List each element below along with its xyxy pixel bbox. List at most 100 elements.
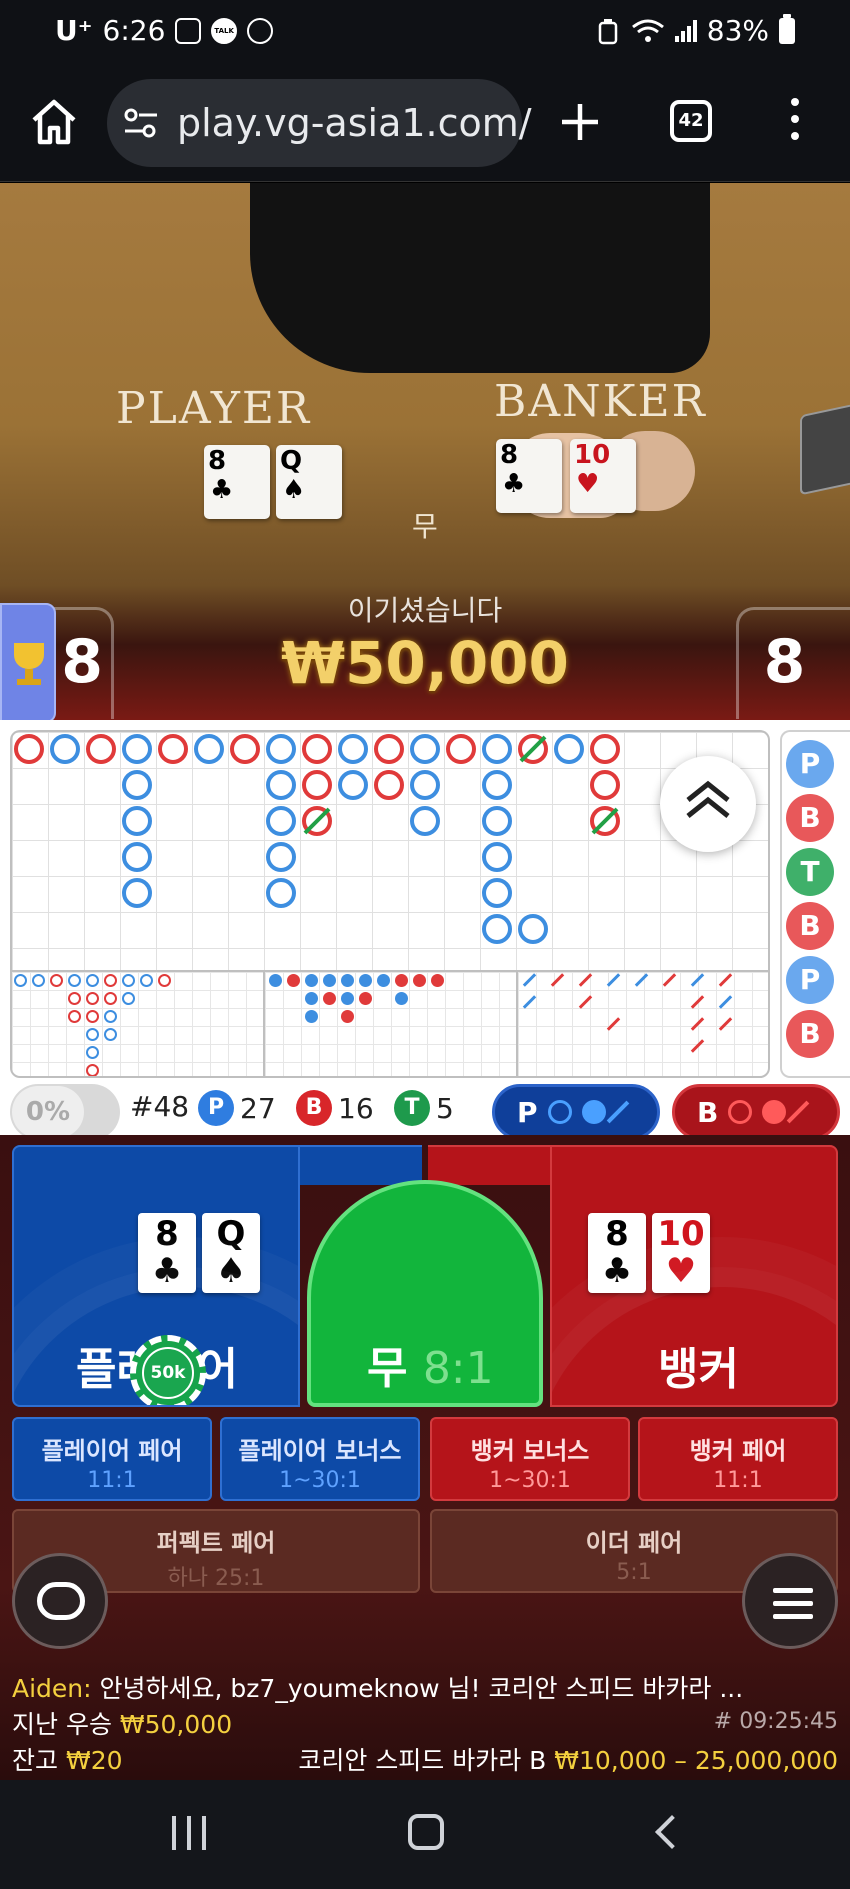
home-icon[interactable] (28, 96, 80, 148)
derived-roads (10, 970, 770, 1078)
derived-road-mark (122, 974, 135, 987)
chat-button[interactable] (12, 1553, 108, 1649)
url-text: play.vg-asia1.com/ (177, 101, 532, 145)
back-icon[interactable] (655, 1815, 689, 1849)
small-road (265, 972, 518, 1076)
bead-road-mark (482, 878, 512, 908)
bead-road-mark (482, 806, 512, 836)
carrier-label: U⁺ (55, 14, 93, 47)
derived-road-mark (305, 1010, 318, 1023)
bead-road-mark (14, 734, 44, 764)
recent-apps-icon[interactable] (172, 1816, 206, 1850)
bead-road-mark (338, 770, 368, 800)
derived-road-mark (68, 1010, 81, 1023)
banker-bonus-bet[interactable]: 뱅커 보너스 1~30:1 (430, 1417, 630, 1501)
banker-bet-card-2: 10 ♥ (652, 1213, 710, 1293)
player-badge: P (198, 1090, 234, 1126)
tie-bet-zone[interactable]: 무 8:1 (307, 1180, 543, 1407)
bead-road-mark (590, 806, 620, 836)
new-tab-icon[interactable] (556, 98, 604, 146)
balance-value: ₩20 (65, 1746, 123, 1775)
table-name: 코리안 스피드 바카라 B (298, 1746, 547, 1775)
banker-count: B 16 (296, 1090, 374, 1126)
bead-road-mark (446, 734, 476, 764)
bead-road-mark (302, 806, 332, 836)
player-pair-label: 플레이어 페어 (41, 1437, 183, 1465)
browser-toolbar: play.vg-asia1.com/ 42 (0, 70, 850, 182)
bead-road-mark (482, 842, 512, 872)
dealer (250, 183, 710, 373)
balance-label: 잔고 (12, 1746, 59, 1775)
slash-icon (787, 1100, 810, 1124)
derived-road-mark (14, 974, 27, 987)
expand-roadmap-button[interactable] (660, 756, 756, 852)
history-strip: PBTBPB (780, 730, 850, 1078)
player-bonus-bet[interactable]: 플레이어 보너스 1~30:1 (220, 1417, 420, 1501)
more-menu-icon[interactable] (785, 98, 805, 148)
alarm-icon (247, 17, 274, 44)
derived-road-mark (86, 1028, 99, 1041)
history-chip: T (786, 848, 834, 896)
last-win-value: ₩50,000 (119, 1710, 233, 1739)
derived-road-mark (522, 995, 537, 1009)
trophy-icon (14, 643, 44, 669)
bead-road-mark (482, 734, 512, 764)
derived-road-mark (305, 974, 318, 987)
banker-pair-bet[interactable]: 뱅커 페어 11:1 (638, 1417, 838, 1501)
percent-toggle[interactable]: 0% (10, 1084, 120, 1140)
derived-road-mark (662, 973, 677, 987)
dot-icon (581, 1100, 606, 1124)
derived-road-mark (341, 974, 354, 987)
bead-road-mark (410, 734, 440, 764)
player-bet-zone[interactable]: 8 ♣ Q ♠ 플레이어 50k (12, 1145, 300, 1407)
menu-button[interactable] (742, 1553, 838, 1649)
derived-road-mark (305, 992, 318, 1005)
player-count-value: 27 (240, 1091, 276, 1125)
chat-user: Aiden: (12, 1674, 92, 1703)
tab-switcher-button[interactable]: 42 (670, 100, 712, 142)
wifi-icon (631, 19, 664, 42)
banker-card-2: 10 ♥ (570, 439, 636, 513)
history-chip: P (786, 956, 834, 1004)
address-bar[interactable]: play.vg-asia1.com/ (107, 79, 532, 167)
bead-road-mark (410, 770, 440, 800)
chat-message: Aiden: 안녕하세요, bz7_youmeknow 님! 코리안 스피드 바… (12, 1669, 743, 1705)
player-card-1: 8 ♣ (204, 445, 270, 519)
recycle-icon (598, 18, 618, 44)
bead-road-mark (482, 914, 512, 944)
derived-road-mark (606, 1017, 621, 1031)
percent-value: 0% (12, 1086, 84, 1138)
predict-player-label: P (517, 1095, 538, 1129)
derived-road-mark (269, 974, 282, 987)
player-pair-bet[interactable]: 플레이어 페어 11:1 (12, 1417, 212, 1501)
banker-pair-label: 뱅커 페어 (689, 1437, 787, 1465)
menu-icon (773, 1588, 813, 1593)
trophy-button[interactable] (0, 603, 56, 720)
betting-area: 8 ♣ Q ♠ 플레이어 50k 무 8:1 8 ♣ 10 ♥ 뱅커 플레이어 페어 1… (0, 1135, 850, 1780)
bead-road-mark (590, 734, 620, 764)
predict-player-button[interactable]: P (492, 1084, 660, 1140)
bead-road-mark (482, 770, 512, 800)
derived-road-mark (341, 992, 354, 1005)
home-nav-icon[interactable] (408, 1814, 444, 1850)
derived-road-mark (634, 973, 649, 987)
derived-road-mark (86, 974, 99, 987)
ring-icon (547, 1100, 572, 1124)
bead-road-mark (266, 878, 296, 908)
kakaotalk-icon (211, 17, 238, 44)
derived-road-mark (522, 973, 537, 987)
bead-road-mark (122, 842, 152, 872)
derived-road-mark (50, 974, 63, 987)
tie-bet-label: 무 8:1 (367, 1332, 494, 1396)
derived-road-mark (395, 974, 408, 987)
derived-road-mark (395, 992, 408, 1005)
derived-road-mark (550, 973, 565, 987)
derived-road-mark (413, 974, 426, 987)
predict-banker-button[interactable]: B (672, 1084, 840, 1140)
roadmap-panel: PBTBPB 0% #48 P 27 B 16 T 5 P B (0, 720, 850, 1140)
derived-road-mark (718, 973, 733, 987)
site-settings-icon[interactable] (123, 107, 159, 139)
banker-bet-zone[interactable]: 8 ♣ 10 ♥ 뱅커 (550, 1145, 838, 1407)
banker-bonus-odds: 1~30:1 (489, 1468, 571, 1493)
bead-road-mark (518, 914, 548, 944)
